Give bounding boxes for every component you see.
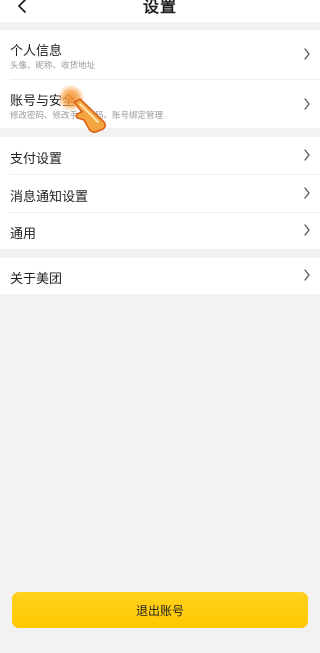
settings-item-subtitle: 头像、昵称、收货地址 — [10, 61, 96, 71]
settings-item-general[interactable]: 通用 — [0, 212, 320, 249]
settings-item-title: 个人信息 — [10, 44, 63, 59]
chevron-right-icon — [302, 48, 312, 60]
settings-item-title: 关于美团 — [10, 272, 63, 287]
page-title: 设置 — [142, 0, 177, 16]
top-bar: 设置 — [0, 0, 320, 22]
settings-item-title: 消息通知设置 — [10, 190, 89, 205]
settings-item-title: 支付设置 — [10, 152, 63, 167]
settings-item-title: 通用 — [10, 227, 37, 242]
settings-item-about[interactable]: 关于美团 — [0, 258, 320, 294]
settings-item-account-security[interactable]: 账号与安全 修改密码、修改手机号码、账号绑定管理 — [0, 79, 320, 128]
settings-item-subtitle: 修改密码、修改手机号码、账号绑定管理 — [10, 111, 164, 121]
logout-button[interactable]: 退出账号 — [12, 592, 308, 628]
settings-group-account: 个人信息 头像、昵称、收货地址 账号与安全 修改密码、修改手机号码、账号绑定管理 — [0, 30, 320, 128]
chevron-right-icon — [302, 269, 312, 281]
settings-item-title: 账号与安全 — [10, 94, 76, 109]
settings-item-personal-info[interactable]: 个人信息 头像、昵称、收货地址 — [0, 30, 320, 79]
settings-screen: 设置 个人信息 头像、昵称、收货地址 账号与安全 修改密码、修改手机号码、账号绑… — [0, 0, 320, 653]
chevron-right-icon — [302, 224, 312, 236]
settings-group-about: 关于美团 — [0, 258, 320, 294]
settings-item-payment[interactable]: 支付设置 — [0, 137, 320, 174]
chevron-right-icon — [302, 98, 312, 110]
settings-group-general: 支付设置 消息通知设置 通用 — [0, 137, 320, 249]
chevron-right-icon — [302, 187, 312, 199]
chevron-right-icon — [302, 149, 312, 161]
settings-item-notifications[interactable]: 消息通知设置 — [0, 174, 320, 212]
